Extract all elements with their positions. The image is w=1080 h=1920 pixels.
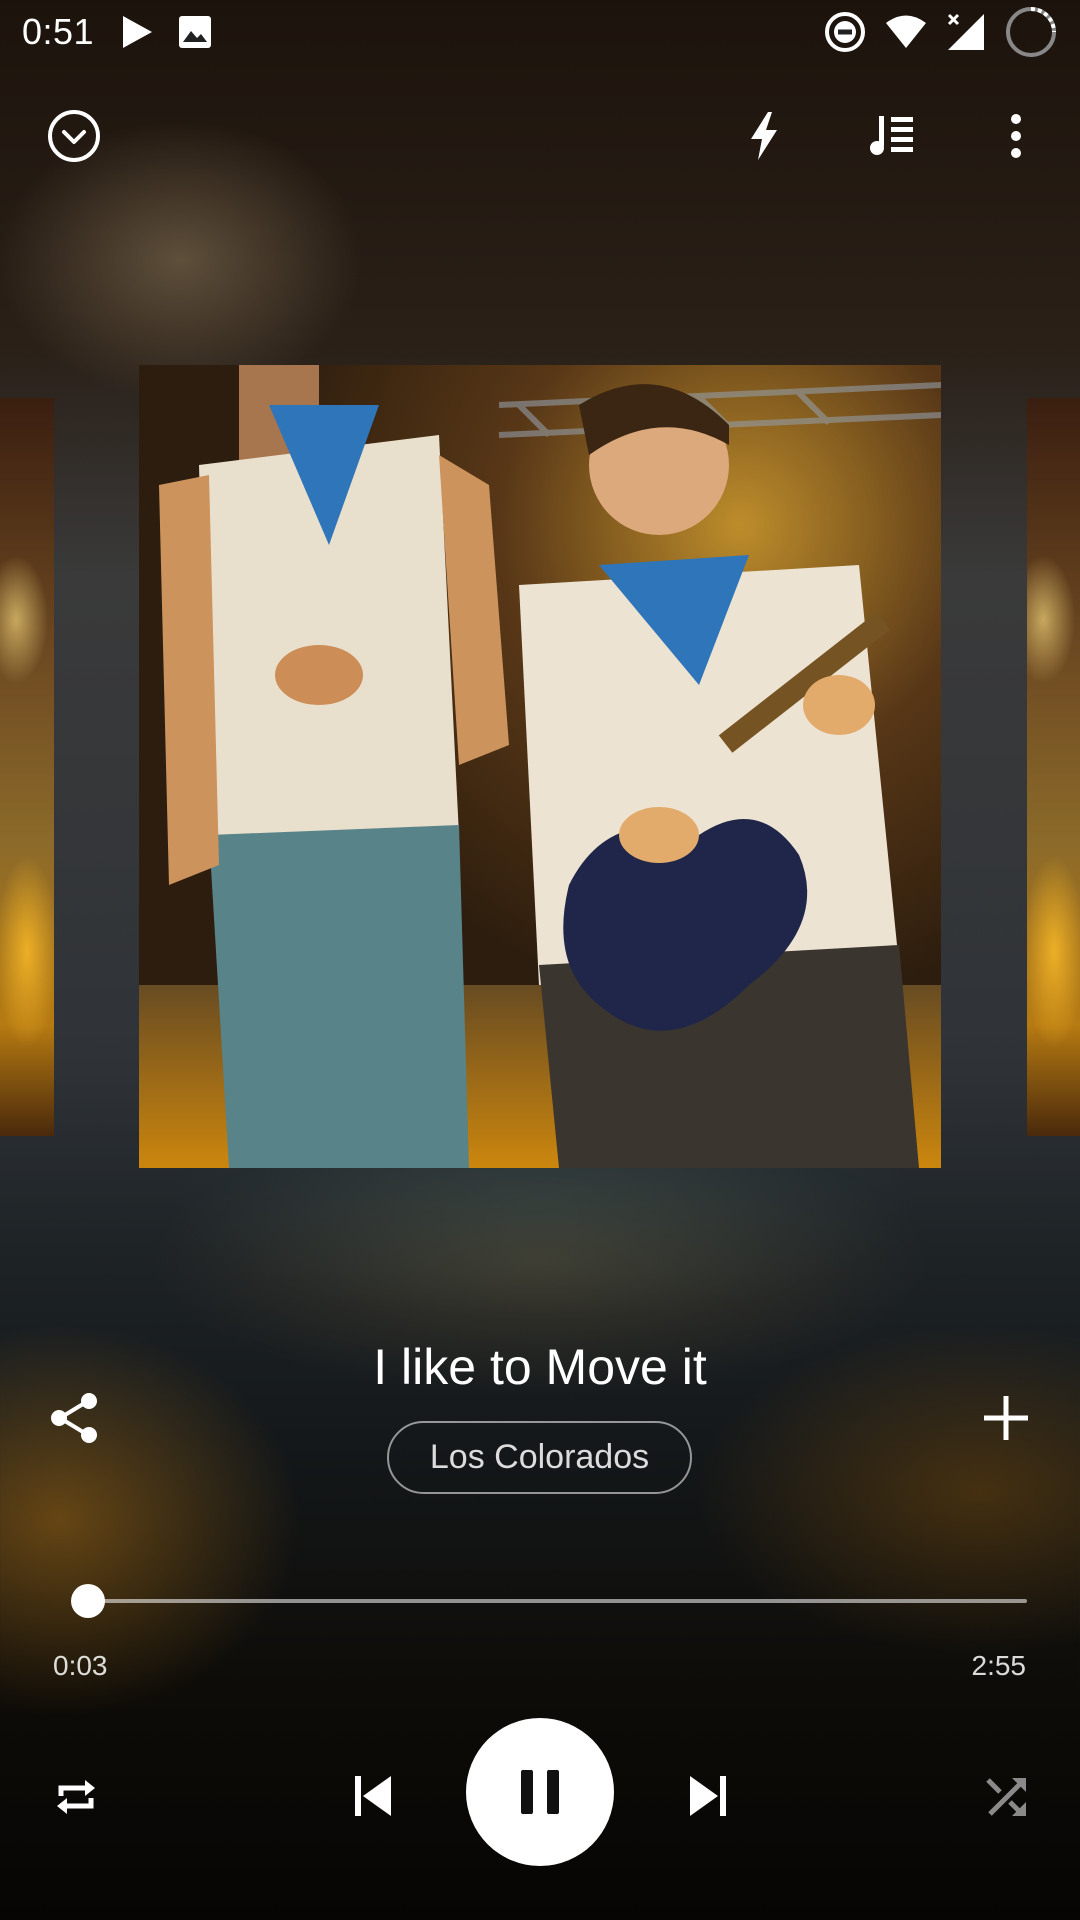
notification-icons xyxy=(120,14,212,50)
add-icon xyxy=(984,1396,1028,1440)
next-album-art[interactable] xyxy=(1027,398,1080,1136)
repeat-button[interactable] xyxy=(34,1755,118,1839)
pause-icon xyxy=(521,1770,559,1814)
wifi-icon xyxy=(886,15,926,48)
share-button[interactable] xyxy=(28,1378,120,1458)
flash-icon xyxy=(751,112,777,160)
queue-icon xyxy=(870,116,913,155)
album-art[interactable] xyxy=(139,365,941,1168)
status-bar: 0:51 xyxy=(0,0,1080,64)
repeat-icon xyxy=(57,1780,95,1814)
status-time: 0:51 xyxy=(22,11,95,52)
collapse-chevron-icon xyxy=(48,110,100,162)
artist-name: Los Colorados xyxy=(429,1438,650,1476)
total-duration: 2:55 xyxy=(971,1650,1027,1681)
track-title: I like to Move it xyxy=(373,1339,707,1395)
player-toolbar xyxy=(0,96,1080,176)
more-options-button[interactable] xyxy=(976,96,1056,176)
previous-album-art[interactable] xyxy=(0,398,54,1136)
play-notification-icon xyxy=(123,16,153,48)
cellular-signal-icon xyxy=(947,13,984,50)
seek-thumb[interactable] xyxy=(71,1584,106,1618)
previous-track-button[interactable] xyxy=(331,1751,415,1841)
next-track-button[interactable] xyxy=(666,1751,750,1841)
shuffle-icon xyxy=(986,1778,1026,1816)
skip-next-icon xyxy=(690,1776,726,1816)
image-notification-icon xyxy=(179,16,212,48)
seek-bar[interactable] xyxy=(71,1584,1027,1618)
elapsed-time: 0:03 xyxy=(53,1650,108,1681)
queue-button[interactable] xyxy=(852,96,932,176)
pause-button[interactable] xyxy=(466,1718,614,1866)
artist-chip[interactable]: Los Colorados xyxy=(387,1421,692,1494)
more-vertical-icon xyxy=(1011,114,1021,158)
do-not-disturb-icon xyxy=(825,12,865,52)
add-to-library-button[interactable] xyxy=(960,1378,1052,1458)
skip-previous-icon xyxy=(355,1776,391,1816)
system-icons xyxy=(824,5,1058,59)
flash-button[interactable] xyxy=(724,96,804,176)
share-icon xyxy=(51,1393,97,1443)
shuffle-button[interactable] xyxy=(965,1755,1049,1839)
battery-charging-icon xyxy=(1006,7,1056,57)
collapse-button[interactable] xyxy=(34,96,114,176)
